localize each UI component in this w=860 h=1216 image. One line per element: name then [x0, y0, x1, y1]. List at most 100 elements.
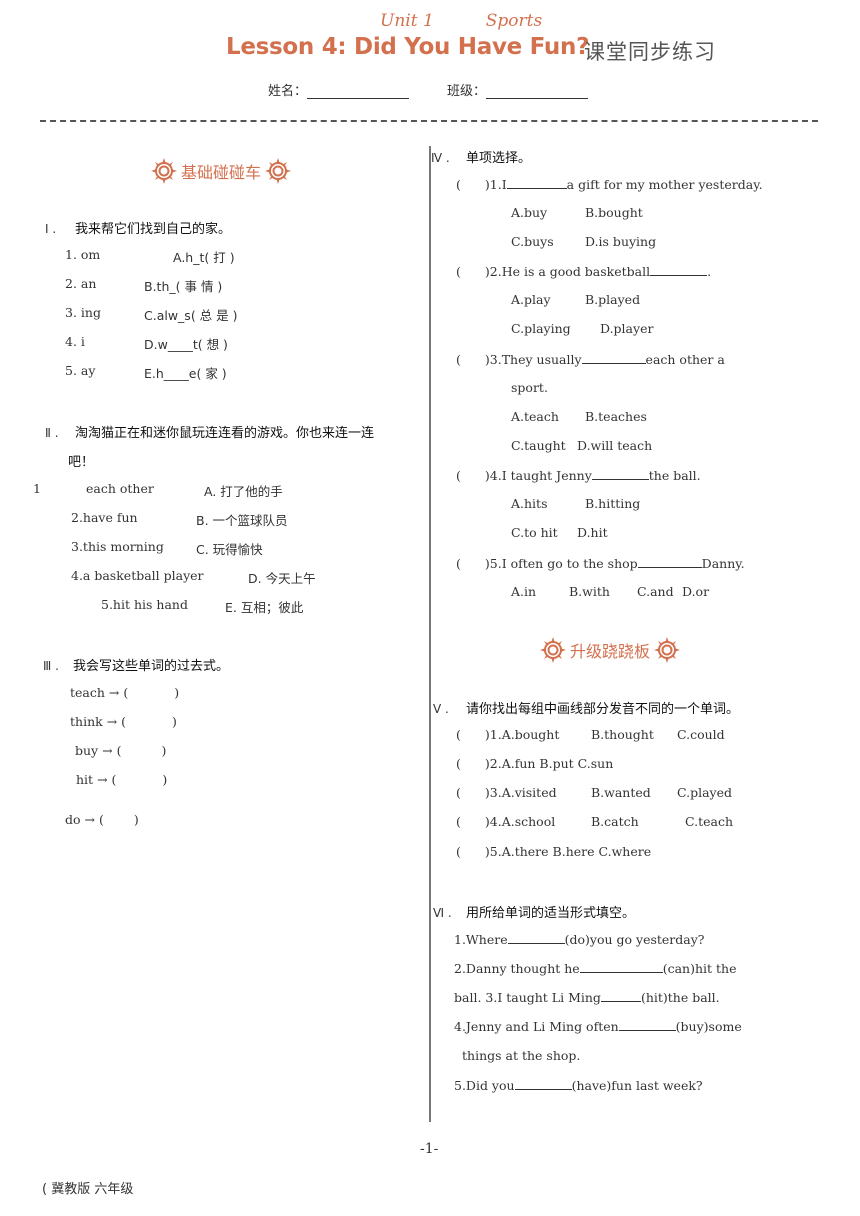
section-3-title: 我会写这些单词的过去式。: [73, 659, 230, 674]
section-1-heading: Ⅰ . 我来帮它们找到自己的家。: [45, 218, 231, 237]
choice-option[interactable]: D.will teach: [577, 438, 652, 453]
sun-ornament-icon: [265, 158, 292, 184]
match-option: E. 互相；彼此: [225, 600, 304, 615]
choice-option: B.catch: [591, 814, 639, 829]
list-item-option: C.alw_s( 总 是 ): [144, 308, 238, 323]
choice-option[interactable]: C.to hit: [511, 525, 558, 540]
list-item: 5. ay: [65, 363, 96, 378]
match-item: 4.a basketball player: [71, 568, 204, 583]
fill-blank[interactable]: [507, 931, 565, 944]
arrow-icon: →: [84, 812, 95, 827]
question-row: ()4.I taught Jenny the ball.: [456, 467, 701, 483]
fill-blank[interactable]: [618, 1018, 676, 1031]
choice-option[interactable]: B.hitting: [585, 496, 640, 511]
list-item-option: D.w____t( 想 ): [144, 337, 228, 352]
match-item: each other: [86, 481, 154, 496]
past-tense-item: think → (): [70, 714, 177, 729]
choice-option: C.teach: [685, 814, 734, 829]
match-option: B. 一个篮球队员: [196, 513, 288, 528]
choice-option[interactable]: D.or: [682, 584, 709, 599]
choice-option[interactable]: C.playing: [511, 321, 571, 336]
banner-basic-label: 基础碰碰车: [181, 163, 262, 182]
pronunciation-row: ()5.A.there B.here C.where: [456, 844, 652, 859]
class-field[interactable]: 班级：: [447, 80, 589, 99]
pronunciation-row: ()1.A.bought: [456, 727, 560, 742]
choice-option[interactable]: A.in: [511, 584, 536, 599]
match-option: A. 打了他的手: [204, 484, 283, 499]
section-1-title: 我来帮它们找到自己的家。: [75, 222, 232, 237]
fill-blank[interactable]: [579, 960, 663, 973]
fill-blank[interactable]: [637, 555, 702, 568]
section-5-heading: Ⅴ . 请你找出每组中画线部分发音不同的一个单词。: [433, 698, 739, 717]
name-blank[interactable]: [307, 84, 410, 99]
match-option: D. 今天上午: [248, 571, 316, 586]
choice-option[interactable]: B.teaches: [585, 409, 647, 424]
fill-in-line: 5.Did you (have)fun last week?: [454, 1077, 703, 1093]
list-item: 2. an: [65, 276, 97, 291]
match-prefix: 1: [33, 481, 41, 496]
past-tense-item: teach → (): [70, 685, 180, 700]
list-item: 1. om: [65, 247, 101, 262]
section-2-number: Ⅱ .: [45, 426, 59, 440]
section-6-heading: Ⅵ . 用所给单词的适当形式填空。: [433, 902, 635, 921]
fill-blank[interactable]: [506, 176, 567, 189]
choice-option: C.could: [677, 727, 725, 742]
dashed-divider: [40, 120, 818, 122]
choice-option: B.wanted: [591, 785, 651, 800]
choice-option[interactable]: C.and: [637, 584, 674, 599]
section-4-title: 单项选择。: [466, 151, 532, 166]
choice-option[interactable]: B.bought: [585, 205, 643, 220]
choice-option[interactable]: D.is buying: [585, 234, 656, 249]
choice-option[interactable]: C.buys: [511, 234, 554, 249]
topic-label: Sports: [485, 11, 543, 31]
section-3-heading: Ⅲ . 我会写这些单词的过去式。: [43, 655, 229, 674]
section-5-number: Ⅴ .: [433, 702, 449, 716]
choice-option: B.thought: [591, 727, 654, 742]
section-6-number: Ⅵ .: [433, 906, 452, 920]
banner-advanced: 升级跷跷板: [540, 637, 681, 663]
fill-blank[interactable]: [650, 263, 708, 276]
match-item: 5.hit his hand: [101, 597, 188, 612]
banner-advanced-label: 升级跷跷板: [570, 642, 651, 661]
class-blank[interactable]: [486, 84, 589, 99]
page-number: -1-: [420, 1141, 439, 1157]
section-2-title-cont: 吧！: [68, 455, 95, 470]
fill-blank[interactable]: [514, 1077, 572, 1090]
edition-note: ( 冀教版 六年级: [42, 1182, 134, 1197]
sun-ornament-icon: [654, 637, 681, 663]
choice-option[interactable]: B.with: [569, 584, 610, 599]
choice-option[interactable]: A.teach: [511, 409, 559, 424]
fill-blank[interactable]: [600, 989, 641, 1002]
section-4-heading: Ⅳ . 单项选择。: [431, 147, 531, 166]
choice-option[interactable]: A.play: [511, 292, 551, 307]
list-item-option: E.h____e( 家 ): [144, 366, 227, 381]
fill-in-line: ball. 3.I taught Li Ming (hit)the ball.: [454, 989, 720, 1005]
lesson-title: Lesson 4: Did You Have Fun?: [226, 34, 590, 60]
choice-option: C.played: [677, 785, 733, 800]
past-tense-item: do → (): [65, 812, 139, 827]
list-item-option: B.th_( 事 情 ): [144, 279, 223, 294]
sun-ornament-icon: [540, 637, 566, 663]
question-continuation: sport.: [511, 380, 548, 395]
choice-option[interactable]: B.played: [585, 292, 640, 307]
arrow-icon: →: [108, 685, 120, 700]
choice-option[interactable]: D.hit: [577, 525, 608, 540]
fill-blank[interactable]: [591, 467, 649, 480]
list-item: 4. i: [65, 334, 85, 349]
section-2-heading: Ⅱ . 淘淘猫正在和迷你鼠玩连连看的游戏。你也来连一连: [45, 422, 374, 441]
choice-option[interactable]: A.hits: [511, 496, 548, 511]
arrow-icon: →: [102, 743, 113, 758]
section-2-title: 淘淘猫正在和迷你鼠玩连连看的游戏。你也来连一连: [75, 426, 375, 441]
name-field[interactable]: 姓名：: [268, 80, 410, 99]
list-item: 3. ing: [65, 305, 101, 320]
list-item-option: A.h_t( 打 ): [173, 250, 235, 265]
choice-option[interactable]: C.taught: [511, 438, 566, 453]
banner-basic: 基础碰碰车: [151, 158, 292, 184]
question-row: ()3.They usually each other a: [456, 351, 725, 367]
past-tense-item: hit → (): [76, 772, 168, 787]
fill-in-line: 4.Jenny and Li Ming often (buy)some: [454, 1018, 742, 1034]
choice-option[interactable]: D.player: [600, 321, 653, 336]
section-1-number: Ⅰ .: [45, 222, 57, 236]
choice-option[interactable]: A.buy: [511, 205, 547, 220]
fill-blank[interactable]: [581, 351, 646, 364]
